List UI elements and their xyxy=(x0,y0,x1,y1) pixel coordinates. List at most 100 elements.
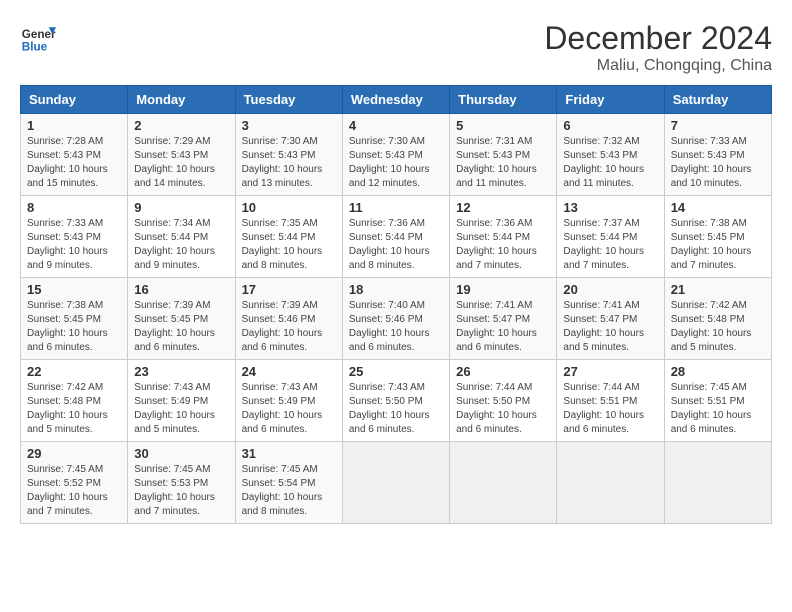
calendar-body: 1 Sunrise: 7:28 AM Sunset: 5:43 PM Daylig… xyxy=(21,114,772,524)
day-info: Sunrise: 7:28 AM Sunset: 5:43 PM Dayligh… xyxy=(27,135,121,191)
calendar-cell: 6 Sunrise: 7:32 AM Sunset: 5:43 PM Daylig… xyxy=(557,114,664,196)
day-number: 15 xyxy=(27,282,121,297)
calendar-cell: 26Sunrise: 7:44 AM Sunset: 5:50 PM Dayli… xyxy=(450,360,557,442)
weekday-header-sunday: Sunday xyxy=(21,86,128,114)
weekday-header-monday: Monday xyxy=(128,86,235,114)
day-number: 17 xyxy=(242,282,336,297)
day-info: Sunrise: 7:33 AM Sunset: 5:43 PM Dayligh… xyxy=(671,135,765,191)
day-number: 10 xyxy=(242,200,336,215)
day-info: Sunrise: 7:36 AM Sunset: 5:44 PM Dayligh… xyxy=(349,217,443,273)
location: Maliu, Chongqing, China xyxy=(544,57,772,75)
day-number: 12 xyxy=(456,200,550,215)
day-info: Sunrise: 7:31 AM Sunset: 5:43 PM Dayligh… xyxy=(456,135,550,191)
calendar-cell xyxy=(450,442,557,524)
calendar-cell: 10 Sunrise: 7:35 AM Sunset: 5:44 PM Dayli… xyxy=(235,196,342,278)
day-number: 5 xyxy=(456,118,550,133)
calendar-cell: 20Sunrise: 7:41 AM Sunset: 5:47 PM Dayli… xyxy=(557,278,664,360)
month-title: December 2024 xyxy=(544,20,772,57)
day-number: 24 xyxy=(242,364,336,379)
calendar-cell: 28 Sunrise: 7:45 AM Sunset: 5:51 PM Dayli… xyxy=(664,360,771,442)
day-info: Sunrise: 7:42 AM Sunset: 5:48 PM Dayligh… xyxy=(27,381,121,437)
calendar-cell: 1 Sunrise: 7:28 AM Sunset: 5:43 PM Daylig… xyxy=(21,114,128,196)
day-number: 29 xyxy=(27,446,121,461)
day-number: 7 xyxy=(671,118,765,133)
day-number: 1 xyxy=(27,118,121,133)
day-number: 4 xyxy=(349,118,443,133)
calendar-cell: 17 Sunrise: 7:39 AM Sunset: 5:46 PM Dayli… xyxy=(235,278,342,360)
day-number: 21 xyxy=(671,282,765,297)
day-info: Sunrise: 7:38 AM Sunset: 5:45 PM Dayligh… xyxy=(27,299,121,355)
calendar-cell: 19 Sunrise: 7:41 AM Sunset: 5:47 PM Dayli… xyxy=(450,278,557,360)
calendar-cell: 21 Sunrise: 7:42 AM Sunset: 5:48 PM Dayli… xyxy=(664,278,771,360)
day-info: Sunrise: 7:32 AM Sunset: 5:43 PM Dayligh… xyxy=(563,135,657,191)
day-number: 16 xyxy=(134,282,228,297)
calendar-cell: 29 Sunrise: 7:45 AM Sunset: 5:52 PM Dayli… xyxy=(21,442,128,524)
day-info: Sunrise: 7:43 AM Sunset: 5:49 PM Dayligh… xyxy=(242,381,336,437)
calendar-cell: 15 Sunrise: 7:38 AM Sunset: 5:45 PM Dayli… xyxy=(21,278,128,360)
day-info: Sunrise: 7:30 AM Sunset: 5:43 PM Dayligh… xyxy=(242,135,336,191)
calendar-cell: 8Sunrise: 7:33 AM Sunset: 5:43 PM Daylig… xyxy=(21,196,128,278)
calendar-cell: 5 Sunrise: 7:31 AM Sunset: 5:43 PM Daylig… xyxy=(450,114,557,196)
day-info: Sunrise: 7:29 AM Sunset: 5:43 PM Dayligh… xyxy=(134,135,228,191)
weekday-header-thursday: Thursday xyxy=(450,86,557,114)
day-info: Sunrise: 7:41 AM Sunset: 5:47 PM Dayligh… xyxy=(456,299,550,355)
day-number: 26 xyxy=(456,364,550,379)
calendar-cell: 31 Sunrise: 7:45 AM Sunset: 5:54 PM Dayli… xyxy=(235,442,342,524)
day-number: 18 xyxy=(349,282,443,297)
calendar-cell: 22 Sunrise: 7:42 AM Sunset: 5:48 PM Dayli… xyxy=(21,360,128,442)
page-header: General Blue December 2024 Maliu, Chongq… xyxy=(20,20,772,75)
calendar-cell: 4 Sunrise: 7:30 AM Sunset: 5:43 PM Daylig… xyxy=(342,114,449,196)
day-info: Sunrise: 7:42 AM Sunset: 5:48 PM Dayligh… xyxy=(671,299,765,355)
day-number: 11 xyxy=(349,200,443,215)
day-info: Sunrise: 7:45 AM Sunset: 5:52 PM Dayligh… xyxy=(27,463,121,519)
day-info: Sunrise: 7:43 AM Sunset: 5:50 PM Dayligh… xyxy=(349,381,443,437)
day-info: Sunrise: 7:45 AM Sunset: 5:54 PM Dayligh… xyxy=(242,463,336,519)
calendar-cell: 23Sunrise: 7:43 AM Sunset: 5:49 PM Dayli… xyxy=(128,360,235,442)
calendar-cell: 16 Sunrise: 7:39 AM Sunset: 5:45 PM Dayli… xyxy=(128,278,235,360)
calendar-cell: 14 Sunrise: 7:38 AM Sunset: 5:45 PM Dayli… xyxy=(664,196,771,278)
calendar-cell: 3Sunrise: 7:30 AM Sunset: 5:43 PM Daylig… xyxy=(235,114,342,196)
day-number: 6 xyxy=(563,118,657,133)
day-info: Sunrise: 7:43 AM Sunset: 5:49 PM Dayligh… xyxy=(134,381,228,437)
calendar-week-4: 22 Sunrise: 7:42 AM Sunset: 5:48 PM Dayli… xyxy=(21,360,772,442)
calendar-week-5: 29 Sunrise: 7:45 AM Sunset: 5:52 PM Dayli… xyxy=(21,442,772,524)
day-info: Sunrise: 7:39 AM Sunset: 5:46 PM Dayligh… xyxy=(242,299,336,355)
day-info: Sunrise: 7:39 AM Sunset: 5:45 PM Dayligh… xyxy=(134,299,228,355)
day-number: 22 xyxy=(27,364,121,379)
weekday-header-friday: Friday xyxy=(557,86,664,114)
calendar-cell xyxy=(557,442,664,524)
calendar-week-2: 8Sunrise: 7:33 AM Sunset: 5:43 PM Daylig… xyxy=(21,196,772,278)
day-info: Sunrise: 7:37 AM Sunset: 5:44 PM Dayligh… xyxy=(563,217,657,273)
calendar-cell: 7 Sunrise: 7:33 AM Sunset: 5:43 PM Daylig… xyxy=(664,114,771,196)
day-info: Sunrise: 7:45 AM Sunset: 5:53 PM Dayligh… xyxy=(134,463,228,519)
weekday-header-saturday: Saturday xyxy=(664,86,771,114)
calendar-week-3: 15 Sunrise: 7:38 AM Sunset: 5:45 PM Dayli… xyxy=(21,278,772,360)
title-block: December 2024 Maliu, Chongqing, China xyxy=(544,20,772,75)
day-number: 25 xyxy=(349,364,443,379)
day-number: 30 xyxy=(134,446,228,461)
calendar-cell: 12Sunrise: 7:36 AM Sunset: 5:44 PM Dayli… xyxy=(450,196,557,278)
calendar-cell xyxy=(664,442,771,524)
logo-icon: General Blue xyxy=(20,20,56,56)
calendar-cell: 13Sunrise: 7:37 AM Sunset: 5:44 PM Dayli… xyxy=(557,196,664,278)
calendar-cell: 24 Sunrise: 7:43 AM Sunset: 5:49 PM Dayli… xyxy=(235,360,342,442)
calendar-cell: 25 Sunrise: 7:43 AM Sunset: 5:50 PM Dayli… xyxy=(342,360,449,442)
calendar-cell: 9 Sunrise: 7:34 AM Sunset: 5:44 PM Daylig… xyxy=(128,196,235,278)
day-number: 31 xyxy=(242,446,336,461)
day-info: Sunrise: 7:30 AM Sunset: 5:43 PM Dayligh… xyxy=(349,135,443,191)
day-info: Sunrise: 7:34 AM Sunset: 5:44 PM Dayligh… xyxy=(134,217,228,273)
day-number: 19 xyxy=(456,282,550,297)
day-number: 28 xyxy=(671,364,765,379)
calendar-cell: 27Sunrise: 7:44 AM Sunset: 5:51 PM Dayli… xyxy=(557,360,664,442)
calendar-table: SundayMondayTuesdayWednesdayThursdayFrid… xyxy=(20,85,772,524)
weekday-header-row: SundayMondayTuesdayWednesdayThursdayFrid… xyxy=(21,86,772,114)
day-info: Sunrise: 7:35 AM Sunset: 5:44 PM Dayligh… xyxy=(242,217,336,273)
weekday-header-wednesday: Wednesday xyxy=(342,86,449,114)
day-number: 9 xyxy=(134,200,228,215)
day-info: Sunrise: 7:38 AM Sunset: 5:45 PM Dayligh… xyxy=(671,217,765,273)
day-info: Sunrise: 7:45 AM Sunset: 5:51 PM Dayligh… xyxy=(671,381,765,437)
day-info: Sunrise: 7:41 AM Sunset: 5:47 PM Dayligh… xyxy=(563,299,657,355)
day-number: 14 xyxy=(671,200,765,215)
calendar-cell xyxy=(342,442,449,524)
weekday-header-tuesday: Tuesday xyxy=(235,86,342,114)
